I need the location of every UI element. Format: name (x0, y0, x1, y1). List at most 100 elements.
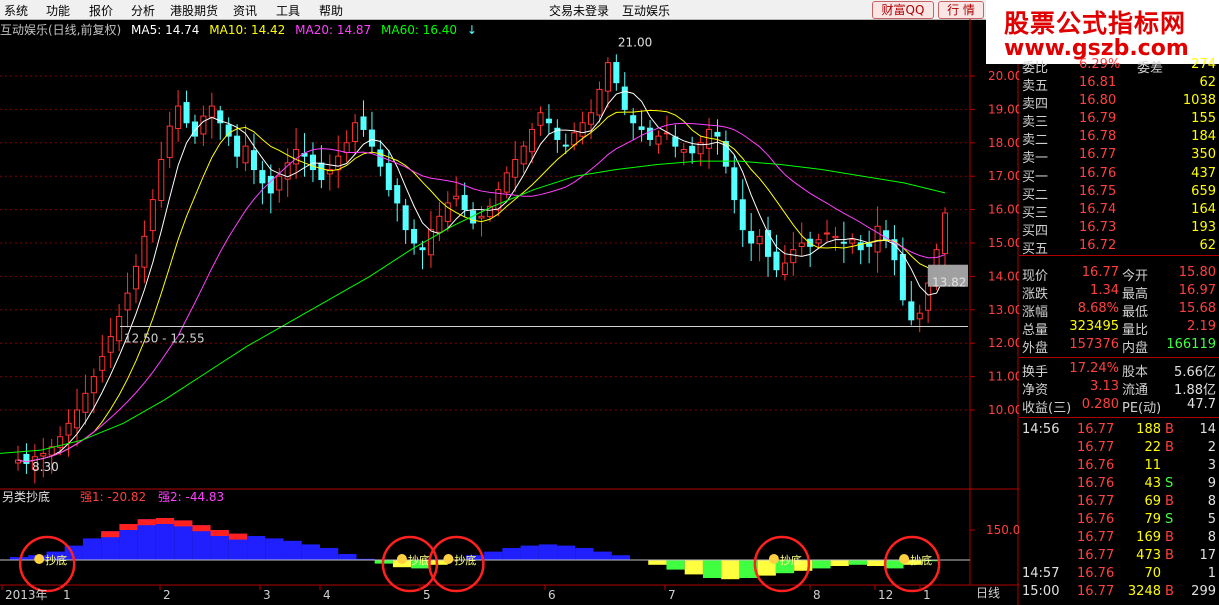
stat-label-2: 量比 (1122, 323, 1149, 338)
stat-value-2: 15.68 (1178, 301, 1216, 316)
tick-price: 16.76 (1077, 566, 1115, 581)
stat-label: 外盘 (1022, 341, 1049, 356)
menu-news[interactable]: 资讯 (233, 2, 257, 19)
moneybag-icon (396, 554, 407, 564)
tick-time: 14:56 (1022, 422, 1060, 437)
tick-volume: 79 (1144, 512, 1161, 527)
candle-body (866, 243, 873, 247)
stat-value: 157376 (1069, 337, 1119, 352)
stat-label-2: 股本 (1122, 365, 1149, 380)
candle-body (360, 116, 367, 130)
price-tick-label: 11.00 (988, 370, 1019, 384)
stat-label: 净资 (1022, 383, 1049, 398)
candle-body (267, 175, 274, 194)
candle-body (638, 126, 645, 130)
indicator-bar-top (210, 530, 229, 536)
bid-volume: 62 (1199, 238, 1216, 253)
tick-row: 16.77 169 B 8 (1019, 530, 1219, 548)
panel-separator (1019, 357, 1219, 358)
indicator-s2: 强2: -44.83 (158, 490, 224, 504)
indicator-bar-top (137, 519, 156, 526)
ask-label: 卖三 (1022, 115, 1049, 130)
indicator-bar-neg (721, 560, 740, 580)
stat-row: 涨幅 8.68% 最低 15.68 (1019, 301, 1219, 320)
price-tick-label: 20.00 (988, 69, 1019, 83)
indicator-bar-neg (702, 560, 722, 578)
time-tick-label: 4 (323, 588, 331, 602)
menu-help[interactable]: 帮助 (319, 2, 343, 19)
menu-system[interactable]: 系统 (4, 2, 28, 19)
price-tick-label: 19.00 (988, 102, 1019, 116)
candle-body (385, 163, 392, 191)
bid-volume: 164 (1191, 202, 1216, 217)
menu-function[interactable]: 功能 (46, 2, 70, 19)
candle-body (149, 199, 156, 232)
tick-row: 14:56 16.77 188 B 14 (1019, 422, 1219, 440)
menu-analysis[interactable]: 分析 (131, 2, 155, 19)
candle-body (781, 262, 788, 276)
caifu-qq-button[interactable]: 财富QQ (872, 1, 934, 19)
candle-body (545, 118, 552, 124)
stat-row: 外盘 157376 内盘 166119 (1019, 337, 1219, 356)
candle-body (82, 392, 89, 413)
tick-price: 16.77 (1077, 494, 1115, 509)
stat-value-2: 2.19 (1187, 319, 1216, 334)
bid-volume: 659 (1191, 184, 1216, 199)
price-tick-label: 15.00 (988, 236, 1019, 250)
tick-row: 14:57 16.76 70 1 (1019, 566, 1219, 584)
indicator-bar-neg (812, 560, 831, 569)
candle-body (689, 145, 696, 154)
candle-body (368, 129, 375, 147)
market-button[interactable]: 行 情 (938, 1, 984, 19)
tick-count: 2 (1207, 440, 1216, 455)
price-tick-label: 18.00 (988, 136, 1019, 150)
time-tick-label: 7 (668, 588, 676, 602)
candle-body (579, 122, 586, 137)
candle-body (537, 112, 544, 126)
stat-value: 323495 (1069, 319, 1119, 334)
menu-hk-futures[interactable]: 港股期货 (170, 2, 218, 19)
stat-label: 现价 (1022, 269, 1049, 284)
candle-body (124, 292, 131, 311)
indicator-panel: 另类抄底 强1: -20.82 强2: -44.83 150.0 抄底 抄底 抄底 抄底 抄底 (0, 489, 1019, 593)
indicator-bar (575, 548, 594, 560)
order-ratio-row: 委比 6.29% 委差 274 (1019, 57, 1219, 76)
bid-row: 买三 16.74 164 (1019, 202, 1219, 221)
ask-price: 16.81 (1079, 75, 1117, 90)
quote-panel: 委比 6.29% 委差 274 卖五 16.81 62 卖四 16.80 1038 卖三 16… (1019, 19, 1219, 605)
candle-body (293, 148, 300, 165)
candle-body (630, 115, 637, 124)
menu-tools[interactable]: 工具 (276, 2, 300, 19)
tick-volume: 69 (1144, 494, 1161, 509)
candle-body (941, 212, 949, 255)
signal-label: 抄底 (45, 553, 67, 567)
ma60-legend: MA60: 16.40 (381, 23, 458, 37)
tick-count: 8 (1207, 530, 1216, 545)
candle-body (503, 172, 510, 193)
candle-body (790, 249, 797, 264)
candle-body (65, 422, 72, 436)
candle-body (427, 229, 434, 256)
bid-price: 16.74 (1079, 202, 1117, 217)
bid-label: 买一 (1022, 170, 1049, 185)
menu-quote[interactable]: 报价 (89, 2, 113, 19)
price-tick-label: 14.00 (988, 269, 1019, 283)
candle-body (925, 282, 932, 311)
candle-body (309, 154, 316, 171)
candle-body (419, 247, 426, 251)
candle-body (394, 185, 401, 204)
dropdown-arrow-icon[interactable]: ↓ (467, 23, 477, 37)
indicator-bar-neg (684, 560, 703, 575)
candle-body (318, 162, 325, 181)
indicator-axis-label: 150.0 (986, 523, 1019, 537)
candle-body (90, 376, 97, 394)
daily-tab[interactable]: 日线 (976, 584, 1000, 601)
indicator-bar-top (101, 531, 120, 538)
candle-body (756, 235, 763, 245)
candle-body (908, 301, 915, 321)
high-price-label: 21.00 (618, 36, 652, 50)
tick-price: 16.77 (1077, 584, 1115, 599)
indicator-bar-neg (666, 560, 685, 570)
tick-volume: 22 (1144, 440, 1161, 455)
ma20-legend: MA20: 14.87 (295, 23, 372, 37)
